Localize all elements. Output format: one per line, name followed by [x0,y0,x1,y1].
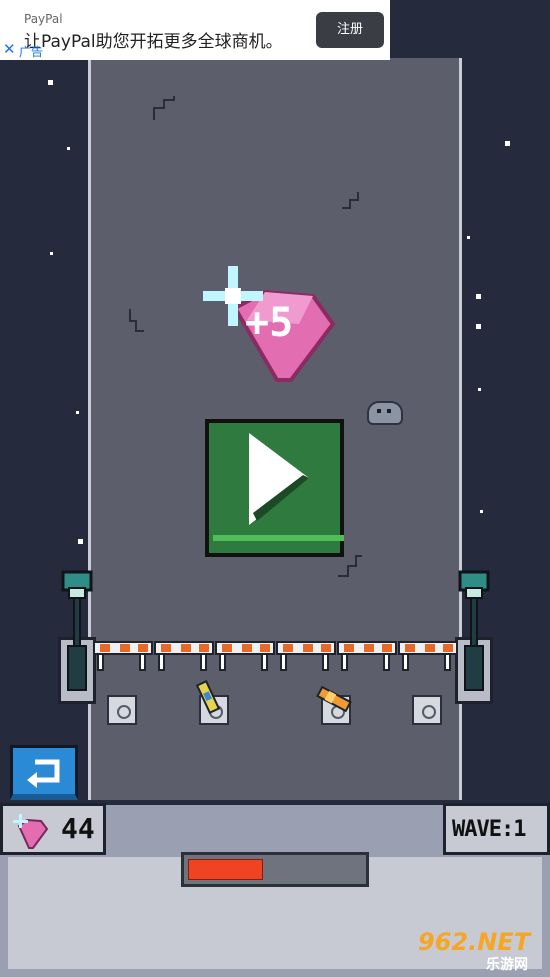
star [67,147,70,150]
health-bar [181,852,369,887]
orange-rocket-tower[interactable] [312,684,358,716]
wave-label: WAVE:1 [452,817,526,842]
street-lamp-right [458,570,490,691]
star [476,294,481,299]
star [48,80,53,85]
play-button[interactable] [205,419,344,557]
play-button-underline [213,535,344,541]
star [76,411,79,414]
star [480,510,483,513]
gem-count: 44 [61,812,95,845]
watermark-main: 962.NET [418,928,531,956]
star [78,539,83,544]
ad-tag: 广告 [19,45,44,59]
play-triangle-icon [249,433,309,525]
ad-text[interactable]: 让PayPal助您开拓更多全球商机。 [24,27,283,52]
ad-banner[interactable]: PayPal 让PayPal助您开拓更多全球商机。 ✕ 广告 注册 [0,0,390,60]
gem-counter: 44 [0,803,106,855]
tower-slot[interactable] [107,695,137,725]
slime-eye [377,409,381,413]
health-bar-fill [188,859,263,880]
bonus-label: +5 [245,300,294,346]
yellow-cannon-tower[interactable] [195,680,227,720]
star [50,252,53,255]
pink-gem-icon [13,814,49,849]
back-button[interactable] [10,745,78,800]
star [476,324,481,329]
watermark-sub: 乐游网 [486,957,528,973]
ad-register-button[interactable]: 注册 [316,12,384,48]
ad-brand: PayPal [24,12,63,26]
slime-eye [387,409,391,413]
road-crack [153,96,175,120]
return-arrow-icon [27,759,60,788]
site-watermark: 962.NET 乐游网 [418,928,546,973]
road-crack [129,309,144,332]
street-lamp-left [61,570,93,691]
road-crack [342,192,359,209]
tower-slot[interactable] [412,695,442,725]
star [467,236,470,239]
slime-enemy[interactable] [367,401,403,425]
close-x-icon[interactable]: ✕ [3,40,16,58]
star [478,388,481,391]
road-barrier [93,641,458,671]
star [505,141,510,146]
wave-counter: WAVE:1 [443,803,550,855]
gem-bonus-popup: +5 [195,262,345,392]
